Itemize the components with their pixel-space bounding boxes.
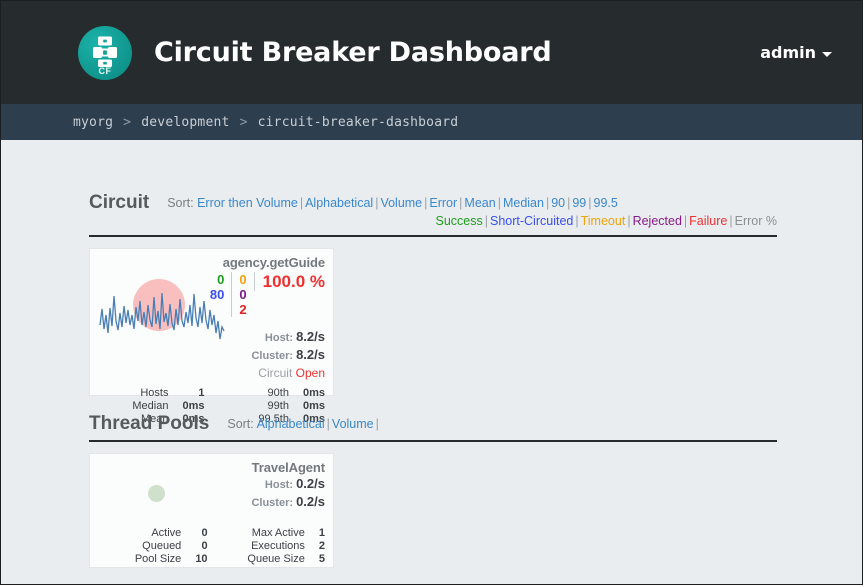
legend-error-percent: Error % — [734, 214, 777, 228]
breadcrumb-item-app[interactable]: circuit-breaker-dashboard — [258, 115, 459, 130]
counter-timeout: 0 — [239, 272, 247, 287]
circuit-section-controls: Sort: Error then Volume | Alphabetical | Vol… — [149, 192, 777, 230]
dashboard-page: CF Circuit Breaker Dashboard admin myorg… — [0, 0, 863, 585]
circuit-host-rate: 8.2/s — [296, 329, 325, 344]
circuit-legend-row: Success | Short-Circuited | Timeout | Rejected… — [435, 214, 777, 228]
counter-failure: 2 — [239, 302, 247, 317]
legend-failure[interactable]: Failure — [689, 214, 727, 228]
status-badge: Open — [295, 366, 325, 380]
circuit-sparkline — [96, 263, 226, 348]
circuit-breaker-icon — [93, 36, 117, 67]
stat-val-hosts: 1 — [198, 387, 205, 399]
circuit-status-label: Circuit — [258, 366, 293, 380]
brand: CF Circuit Breaker Dashboard — [78, 25, 760, 80]
sort-volume[interactable]: Volume — [380, 196, 422, 210]
user-menu[interactable]: admin — [760, 43, 832, 62]
threadpool-host-rate: 0.2/s — [296, 476, 325, 491]
main-content: Circuit Sort: Error then Volume | Alphabet… — [1, 140, 862, 568]
legend-short-circuited[interactable]: Short-Circuited — [490, 214, 573, 228]
threadpool-card-list: TravelAgent Host: 0.2/s Cluster: 0.2/s A… — [89, 453, 777, 568]
threadpool-card[interactable]: TravelAgent Host: 0.2/s Cluster: 0.2/s A… — [89, 453, 334, 568]
counter-rejected: 0 — [239, 287, 247, 302]
breadcrumb-separator: > — [239, 114, 248, 130]
breadcrumb-bar: myorg > development > circuit-breaker-da… — [1, 104, 862, 140]
threadpool-status-dot — [148, 485, 165, 502]
circuit-cluster-rate: 8.2/s — [296, 347, 325, 362]
user-menu-label: admin — [760, 43, 816, 62]
stat-key-active: Active — [151, 527, 182, 539]
legend-timeout[interactable]: Timeout — [581, 214, 626, 228]
page-title: Circuit Breaker Dashboard — [154, 37, 552, 68]
breadcrumb-item-org[interactable]: myorg — [73, 115, 113, 130]
stat-key-queue-size: Queue Size — [247, 553, 305, 565]
breadcrumb: myorg > development > circuit-breaker-da… — [73, 115, 458, 130]
circuit-status-row: Circuit Open — [98, 365, 325, 381]
sort-error[interactable]: Error — [429, 196, 457, 210]
circuit-card-list: agency.getGuide 0 80 0 0 2 100.0 % Host: — [89, 248, 777, 425]
sort-error-then-volume[interactable]: Error then Volume — [197, 196, 298, 210]
stat-val-queue-size: 5 — [318, 553, 325, 565]
stat-key-hosts: Hosts — [140, 387, 169, 399]
threadpool-sort-label: Sort: — [227, 417, 254, 431]
sort-995[interactable]: 99.5 — [594, 196, 618, 210]
sort-99[interactable]: 99 — [572, 196, 586, 210]
stat-key-p90: 90th — [267, 387, 289, 399]
threadpool-section-title: Thread Pools — [89, 413, 210, 434]
stat-key-queued: Queued — [142, 540, 182, 552]
threadpool-host-label: Host: — [264, 479, 294, 491]
circuit-cluster-rate-row: Cluster: 8.2/s — [98, 347, 325, 364]
threadpool-card-title: TravelAgent — [251, 460, 325, 475]
stat-val-p90: 0ms — [302, 387, 325, 399]
stat-val-p99: 0ms — [302, 400, 325, 412]
logo-text: CF — [98, 65, 112, 76]
tp-sort-volume[interactable]: Volume — [332, 417, 374, 431]
threadpool-cluster-rate: 0.2/s — [296, 494, 325, 509]
stat-val-executions: 2 — [318, 540, 325, 552]
threadpool-sort-row: Sort: Alphabetical | Volume | — [227, 417, 379, 431]
stat-key-pool-size: Pool Size — [134, 553, 182, 565]
threadpool-cluster-rate-row: Cluster: 0.2/s — [98, 494, 325, 511]
threadpool-section-header: Thread Pools Sort: Alphabetical | Volume | — [89, 413, 777, 442]
circuit-breaker-logo: CF — [78, 25, 132, 80]
stat-val-queued: 0 — [201, 540, 208, 552]
stat-key-p99: 99th — [267, 400, 289, 412]
sort-alphabetical[interactable]: Alphabetical — [305, 196, 373, 210]
tp-sort-alphabetical[interactable]: Alphabetical — [257, 417, 325, 431]
legend-success[interactable]: Success — [435, 214, 482, 228]
stat-key-median: Median — [132, 400, 169, 412]
stat-val-max-active: 1 — [318, 527, 325, 539]
sort-90[interactable]: 90 — [551, 196, 565, 210]
threadpool-cluster-label: Cluster: — [251, 497, 294, 509]
stat-val-pool-size: 10 — [195, 553, 208, 565]
circuit-host-label: Host: — [264, 332, 294, 344]
sparkline-svg — [99, 279, 225, 340]
circuit-section-header: Circuit Sort: Error then Volume | Alphabet… — [89, 192, 777, 237]
circuit-card[interactable]: agency.getGuide 0 80 0 0 2 100.0 % Host: — [89, 248, 334, 425]
threadpool-host-rate-row: Host: 0.2/s — [98, 476, 325, 493]
counter-group-secondary: 0 0 2 — [231, 272, 253, 317]
chevron-down-icon — [822, 51, 832, 57]
threadpool-section: Thread Pools Sort: Alphabetical | Volume | … — [89, 413, 777, 568]
stat-key-executions: Executions — [251, 540, 305, 552]
circuit-sort-label: Sort: — [167, 196, 194, 210]
circuit-section-title: Circuit — [89, 192, 150, 213]
threadpool-stats-grid: Active 0 Max Active 1 Queued 0 Execution… — [98, 527, 325, 566]
sort-median[interactable]: Median — [503, 196, 544, 210]
breadcrumb-separator: > — [123, 114, 132, 130]
error-percent-value: 100.0 % — [253, 272, 325, 291]
circuit-sort-row: Sort: Error then Volume | Alphabetical | Vol… — [167, 196, 618, 210]
sort-mean[interactable]: Mean — [464, 196, 495, 210]
legend-rejected[interactable]: Rejected — [633, 214, 682, 228]
breadcrumb-item-space[interactable]: development — [141, 115, 229, 130]
app-header: CF Circuit Breaker Dashboard admin — [1, 1, 862, 104]
circuit-cluster-label: Cluster: — [251, 350, 294, 362]
threadpool-section-controls: Sort: Alphabetical | Volume | — [209, 413, 777, 433]
stat-val-active: 0 — [201, 527, 208, 539]
stat-val-median: 0ms — [182, 400, 205, 412]
stat-key-max-active: Max Active — [251, 527, 305, 539]
